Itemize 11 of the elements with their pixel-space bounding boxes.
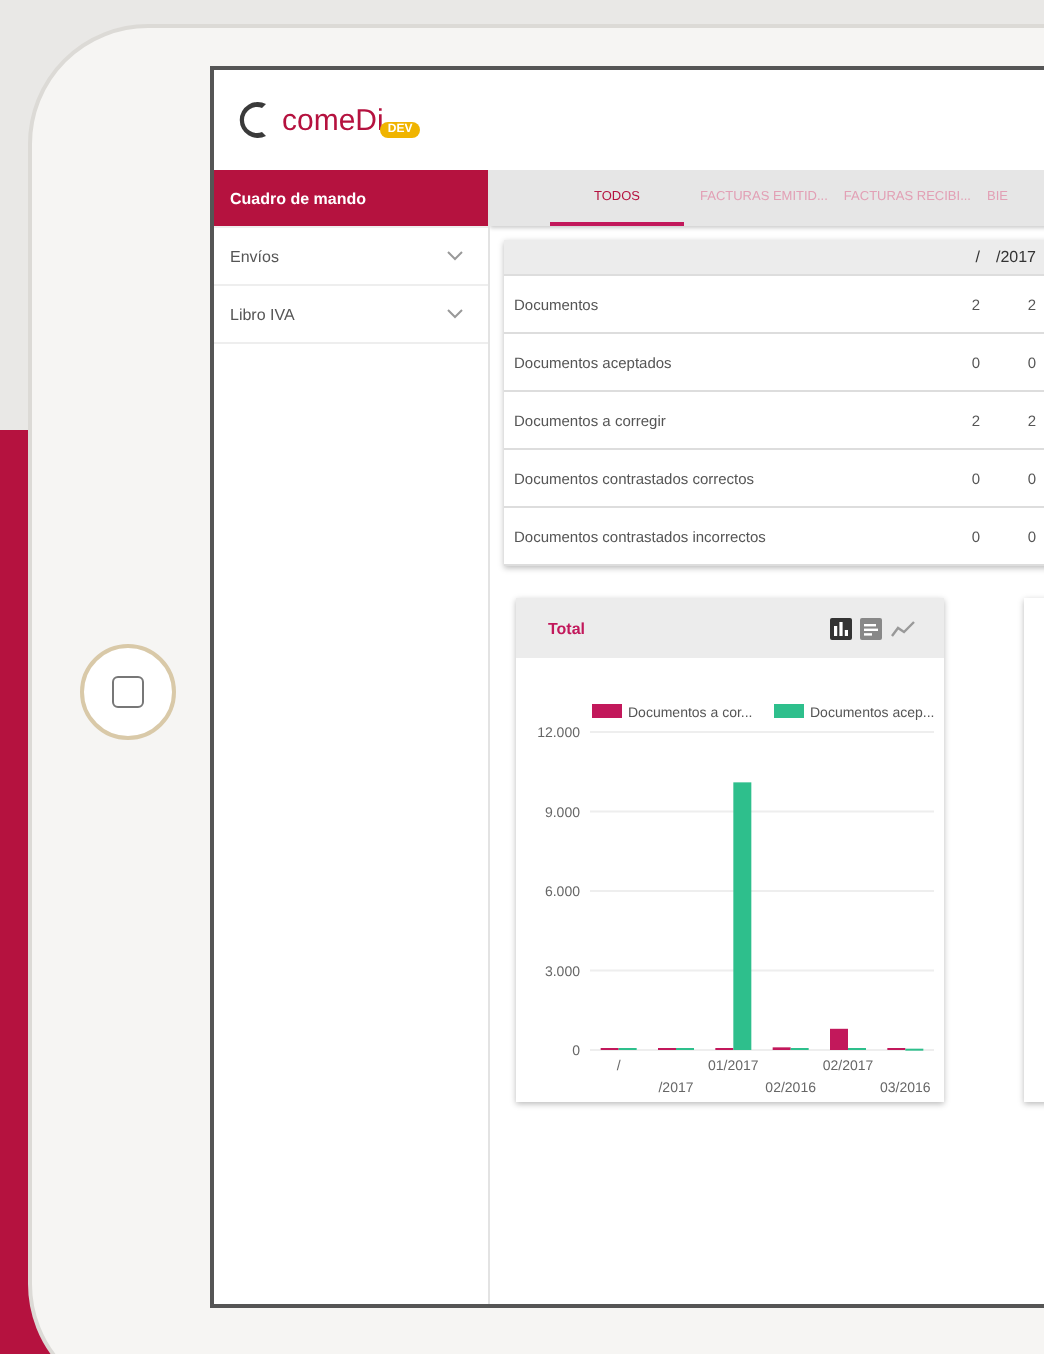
- home-button[interactable]: [80, 644, 176, 740]
- bar-chart-icon[interactable]: [830, 617, 852, 639]
- line-chart-icon[interactable]: [890, 619, 916, 637]
- sidebar-item[interactable]: Envíos: [214, 228, 488, 286]
- logo-text: comeDi: [282, 103, 384, 137]
- column-header: /2017: [993, 248, 1038, 266]
- sidebar-item[interactable]: Libro IVA: [214, 286, 488, 344]
- column-header: /: [973, 248, 982, 266]
- card-title: Total: [548, 619, 586, 637]
- list-icon[interactable]: [860, 617, 882, 639]
- sidebar-item[interactable]: Cuadro de mando: [214, 170, 488, 228]
